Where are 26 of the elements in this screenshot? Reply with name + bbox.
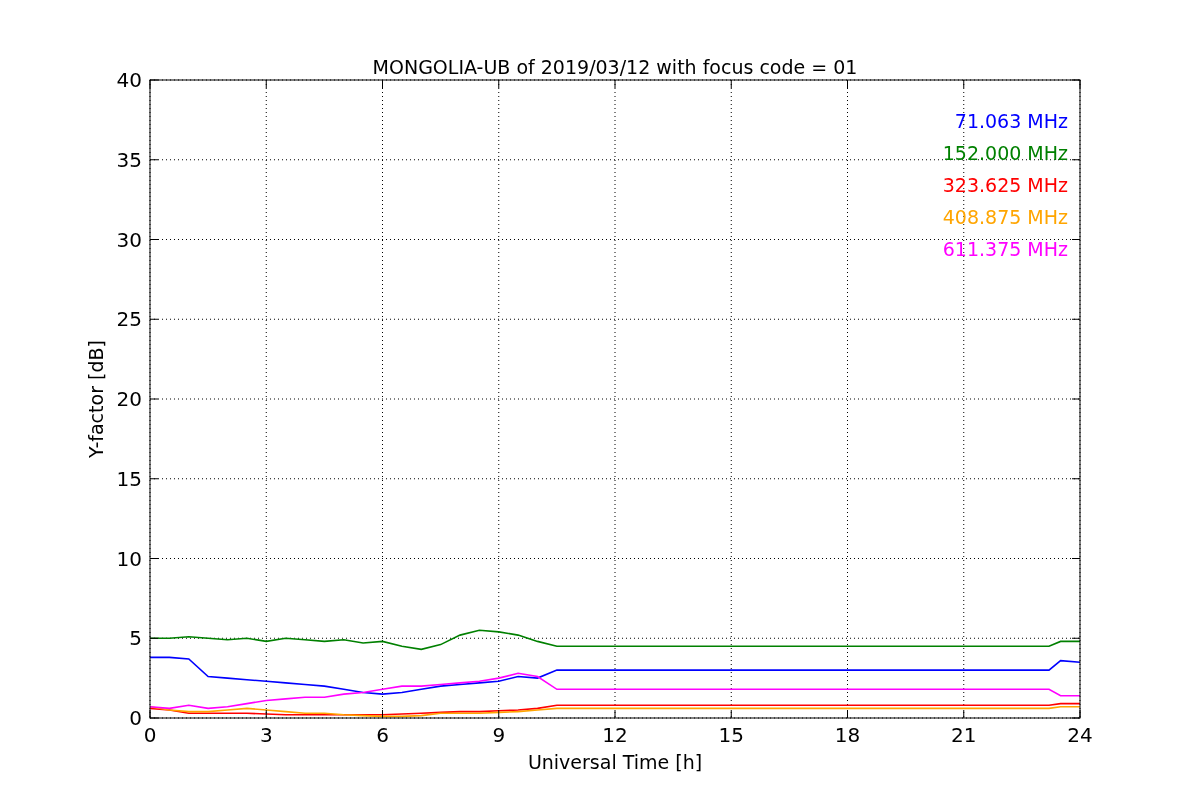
- legend-label: 152.000 MHz: [942, 142, 1068, 164]
- tick-label: 18: [834, 723, 861, 747]
- tick-label: 0: [129, 706, 142, 730]
- tick-label: 6: [376, 723, 389, 747]
- tick-label: 10: [116, 546, 142, 571]
- tick-label: 20: [116, 387, 142, 411]
- tick-label: 5: [129, 626, 142, 651]
- tick-label: 9: [492, 723, 506, 747]
- chart-title: MONGOLIA-UB of 2019/03/12 with focus code = 01: [372, 56, 858, 78]
- tick-label: 21: [951, 723, 977, 747]
- axis-label: Y-factor [dB]: [85, 340, 107, 458]
- legend-label: 323.625 MHz: [942, 174, 1068, 196]
- tick-label: 25: [116, 307, 142, 332]
- legend-label: 611.375 MHz: [942, 238, 1068, 260]
- tick-label: 35: [116, 147, 142, 172]
- tick-label: 15: [116, 466, 142, 491]
- tick-label: 3: [259, 723, 273, 747]
- tick-label: 40: [116, 68, 142, 92]
- tick-label: 12: [602, 723, 628, 747]
- legend-label: 408.875 MHz: [942, 206, 1068, 228]
- tick-label: 24: [1067, 723, 1093, 747]
- tick-label: 0: [143, 723, 157, 747]
- axis-label: Universal Time [h]: [527, 751, 703, 773]
- tick-label: 30: [116, 227, 142, 252]
- legend-label: 71.063 MHz: [954, 110, 1068, 132]
- tick-label: 15: [718, 723, 744, 747]
